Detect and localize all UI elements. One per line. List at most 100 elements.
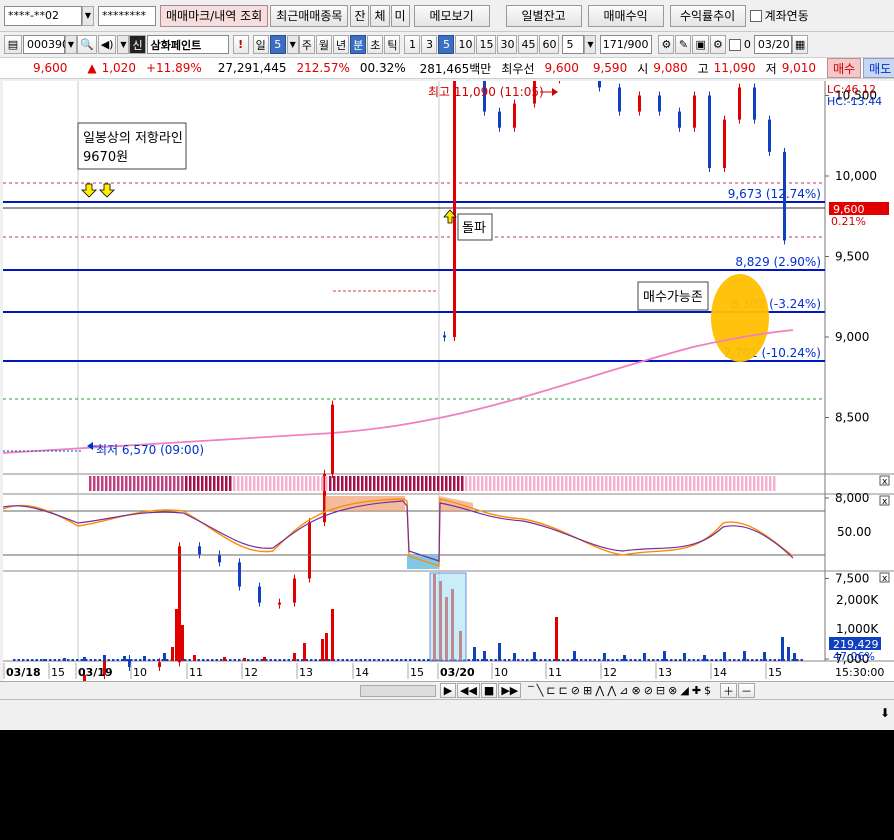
draw-icon[interactable]: ✎: [675, 35, 692, 54]
stock-code-field[interactable]: 000390: [23, 35, 69, 54]
chart-svg[interactable]: 10,50010,0009,5009,0008,5008,0007,5007,0…: [2, 0, 894, 747]
stock-name-field[interactable]: 삼화페인트: [146, 35, 229, 54]
zoom-out-icon[interactable]: －: [738, 683, 756, 698]
volume-bar: [359, 659, 362, 661]
daily-balance-button[interactable]: 일별잔고: [505, 4, 582, 27]
calendar-icon[interactable]: ▦: [791, 35, 809, 54]
minute-1[interactable]: 1: [404, 35, 421, 54]
recent-trades-button[interactable]: 최근매매종목: [270, 4, 349, 27]
strip-bar: [321, 476, 324, 491]
strip-bar: [661, 476, 664, 491]
candle: [678, 111, 681, 128]
strip-bar: [629, 476, 632, 491]
strip-bar: [229, 476, 232, 491]
period-day[interactable]: 일: [252, 35, 269, 54]
high-label: 고: [697, 61, 709, 76]
trade-amount: 281,465백만: [419, 61, 492, 76]
sell-button[interactable]: 매도: [863, 58, 894, 78]
mi-button[interactable]: 미: [390, 4, 410, 27]
date-field[interactable]: 03/20: [753, 35, 792, 54]
buy-button[interactable]: 매수: [827, 58, 862, 78]
speaker-dropdown[interactable]: ▼: [117, 35, 130, 54]
period-tick[interactable]: 틱: [384, 35, 401, 54]
custom-minute-field[interactable]: 5: [562, 35, 585, 54]
close-icon[interactable]: x: [879, 572, 890, 584]
rewind-icon[interactable]: ◀◀: [457, 683, 480, 698]
settings-icon[interactable]: ⚙: [709, 35, 726, 54]
x-axis-label: 15: [51, 666, 65, 679]
return-trend-button[interactable]: 수익률추이: [669, 4, 746, 27]
minute-45[interactable]: 45: [518, 35, 539, 54]
menu-icon[interactable]: ▤: [4, 35, 22, 54]
strip-bar: [181, 476, 184, 491]
strip-bar: [449, 476, 452, 491]
strip-bar: [137, 476, 140, 491]
count-field[interactable]: 171/900: [600, 35, 653, 54]
period-week[interactable]: 주: [298, 35, 315, 54]
forward-icon[interactable]: ▶▶: [498, 683, 522, 698]
account-link-check[interactable]: 계좌연동: [749, 7, 809, 24]
play-icon[interactable]: ▶: [440, 683, 456, 698]
password-field[interactable]: ********: [98, 5, 156, 26]
zoom-in-icon[interactable]: ＋: [720, 683, 738, 698]
trade-profit-button[interactable]: 매매수익: [587, 4, 664, 27]
strip-bar: [481, 476, 484, 491]
account-field[interactable]: ****-**02: [4, 5, 82, 26]
minute-5[interactable]: 5: [438, 35, 455, 54]
strip-bar: [685, 476, 688, 491]
volume-bar: [287, 659, 290, 661]
minute-30[interactable]: 30: [497, 35, 518, 54]
period-minute[interactable]: 분: [350, 35, 367, 54]
minute-10[interactable]: 10: [455, 35, 476, 54]
volume-bar: [706, 659, 709, 661]
current-price-pct: 0.21%: [831, 215, 866, 228]
strip-bar: [617, 476, 620, 491]
volume-bar: [674, 659, 677, 661]
period-month[interactable]: 월: [315, 35, 332, 54]
strip-bar: [585, 476, 588, 491]
volume-bar: [314, 659, 317, 661]
period-year[interactable]: 년: [332, 35, 350, 54]
zero-check[interactable]: 0: [728, 38, 751, 51]
buy-zone-note[interactable]: 매수가능존: [637, 281, 709, 311]
volume-bar: [382, 659, 385, 661]
chart-tools-icon[interactable]: ⚙: [658, 35, 675, 54]
che-button[interactable]: 체: [370, 4, 390, 27]
resistance-note[interactable]: 일봉상의 저항라인 9670원: [77, 122, 187, 170]
code-dropdown[interactable]: ▼: [65, 35, 77, 54]
period-5[interactable]: 5: [269, 35, 286, 54]
x-axis-label: 03/20: [440, 666, 475, 679]
strip-bar: [165, 476, 168, 491]
alert-button[interactable]: !: [232, 35, 249, 54]
minute-3[interactable]: 3: [421, 35, 438, 54]
minute-60[interactable]: 60: [539, 35, 560, 54]
speaker-icon[interactable]: ◀): [97, 35, 117, 54]
period-dropdown[interactable]: ▼: [286, 35, 299, 54]
minute-15[interactable]: 15: [476, 35, 497, 54]
close-icon[interactable]: x: [879, 495, 890, 507]
jan-button[interactable]: 잔: [350, 4, 370, 27]
volume-bar: [139, 659, 142, 661]
volume-bar: [638, 659, 641, 661]
scrollbar[interactable]: [360, 684, 436, 697]
best-label: 최우선: [501, 61, 535, 76]
account-dropdown[interactable]: ▼: [82, 5, 94, 26]
volume-pct-text: 47.06%: [833, 650, 875, 663]
save-icon[interactable]: ▣: [692, 35, 709, 54]
search-icon[interactable]: 🔍: [77, 35, 97, 54]
x-axis-label: 03/19: [78, 666, 113, 679]
close-icon[interactable]: x: [879, 475, 890, 487]
download-icon[interactable]: ⬇: [880, 706, 890, 720]
best-bid: 9,590: [592, 61, 628, 75]
stop-icon[interactable]: ■: [480, 683, 498, 698]
volume-bar: [656, 659, 659, 661]
memo-button[interactable]: 메모보기: [413, 4, 490, 27]
volume-bar: [229, 659, 232, 661]
strip-bar: [93, 476, 96, 491]
drawing-tools[interactable]: ‾╲⊏⊏⊘⊞⋀⋀⊿⊗⊘⊟⊗◢✚$: [528, 684, 714, 697]
trade-mark-button[interactable]: 매매마크/내역 조회: [160, 4, 269, 27]
period-second[interactable]: 초: [367, 35, 384, 54]
volume-bar: [663, 651, 666, 661]
custom-minute-dropdown[interactable]: ▼: [584, 35, 597, 54]
volume-bar: [274, 659, 277, 661]
